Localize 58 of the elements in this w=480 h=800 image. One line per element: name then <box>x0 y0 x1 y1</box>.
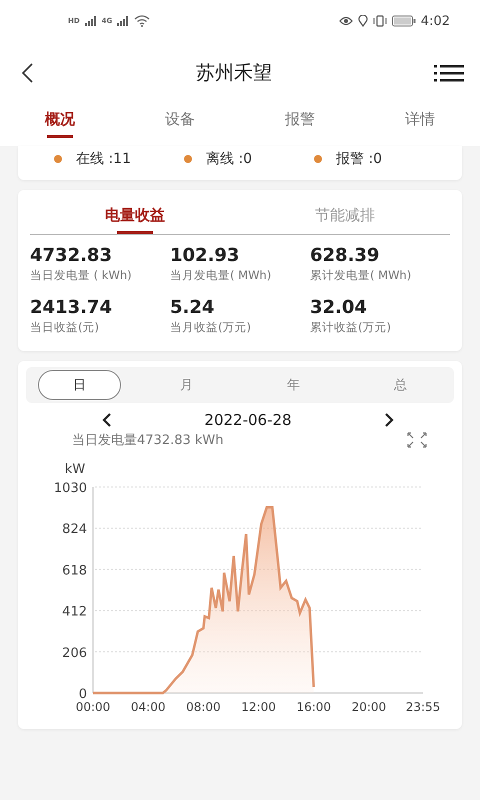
tab[interactable]: 详情 <box>360 104 480 146</box>
period-tab[interactable]: 日 <box>38 370 121 400</box>
expand-button[interactable] <box>406 431 428 449</box>
status-dot <box>184 155 192 163</box>
location-icon <box>358 15 368 27</box>
stat-value: 4732.83 <box>30 245 113 266</box>
clock-time: 4:02 <box>420 14 450 28</box>
axis-label: 0 <box>78 687 87 702</box>
stat-label: 累计发电量( MWh) <box>310 268 412 283</box>
period-tab[interactable]: 总 <box>359 370 442 400</box>
status-dot <box>314 155 322 163</box>
axis-label: 08:00 <box>186 700 221 714</box>
stat-value: 2413.74 <box>30 297 113 318</box>
tab[interactable]: 电量收益 <box>30 202 240 234</box>
axis-label: 618 <box>62 563 87 578</box>
status-count: 在线 :11 <box>76 150 131 168</box>
axis-label: 1030 <box>54 481 87 496</box>
axis-unit: kW <box>64 462 86 477</box>
tab[interactable]: 设备 <box>120 104 240 146</box>
stat-label: 当月发电量( MWh) <box>170 268 272 283</box>
tab[interactable]: 节能减排 <box>240 202 450 234</box>
stat-label: 当日收益(元) <box>30 320 100 335</box>
eye-icon <box>338 16 353 26</box>
stat-value: 32.04 <box>310 297 368 318</box>
next-button[interactable] <box>384 413 394 427</box>
tab[interactable]: 报警 <box>240 104 360 146</box>
previous-button[interactable] <box>102 413 112 427</box>
axis-label: 20:00 <box>352 700 386 714</box>
page-title: 苏州禾望 <box>196 61 272 86</box>
stat-label: 当日发电量 ( kWh) <box>30 268 133 283</box>
signal-icon <box>84 16 97 26</box>
axis-label: 12:00 <box>241 700 276 714</box>
stat-label: 累计收益(万元) <box>310 320 392 335</box>
axis-label: 04:00 <box>130 700 166 714</box>
axis-label: 206 <box>62 646 87 661</box>
period-tab[interactable]: 月 <box>145 370 228 400</box>
axis-label: 824 <box>62 522 87 538</box>
axis-label: 23:55 <box>406 700 440 714</box>
stat-value: 5.24 <box>170 297 216 318</box>
status-count: 报警 :0 <box>336 150 382 168</box>
battery-icon <box>392 15 416 27</box>
wifi-icon <box>134 15 150 27</box>
axis-label: 00:00 <box>76 700 110 714</box>
axis-label: 412 <box>62 604 87 620</box>
stat-value: 102.93 <box>170 245 240 266</box>
stat-label: 当月收益(万元) <box>170 320 252 335</box>
tab[interactable]: 概况 <box>0 104 120 146</box>
date-label: 2022-06-28 <box>204 411 292 429</box>
axis-label: 16:00 <box>296 700 332 714</box>
status-dot <box>54 155 62 163</box>
vibrate-icon <box>372 15 387 27</box>
status-count: 离线 :0 <box>206 150 252 168</box>
back-button[interactable] <box>20 62 34 84</box>
signal-icon <box>117 16 130 26</box>
stat-value: 628.39 <box>310 245 380 266</box>
period-tab[interactable]: 年 <box>252 370 335 400</box>
menu-button[interactable] <box>434 64 464 82</box>
summary-text: 当日发电量4732.83 kWh <box>72 432 224 449</box>
